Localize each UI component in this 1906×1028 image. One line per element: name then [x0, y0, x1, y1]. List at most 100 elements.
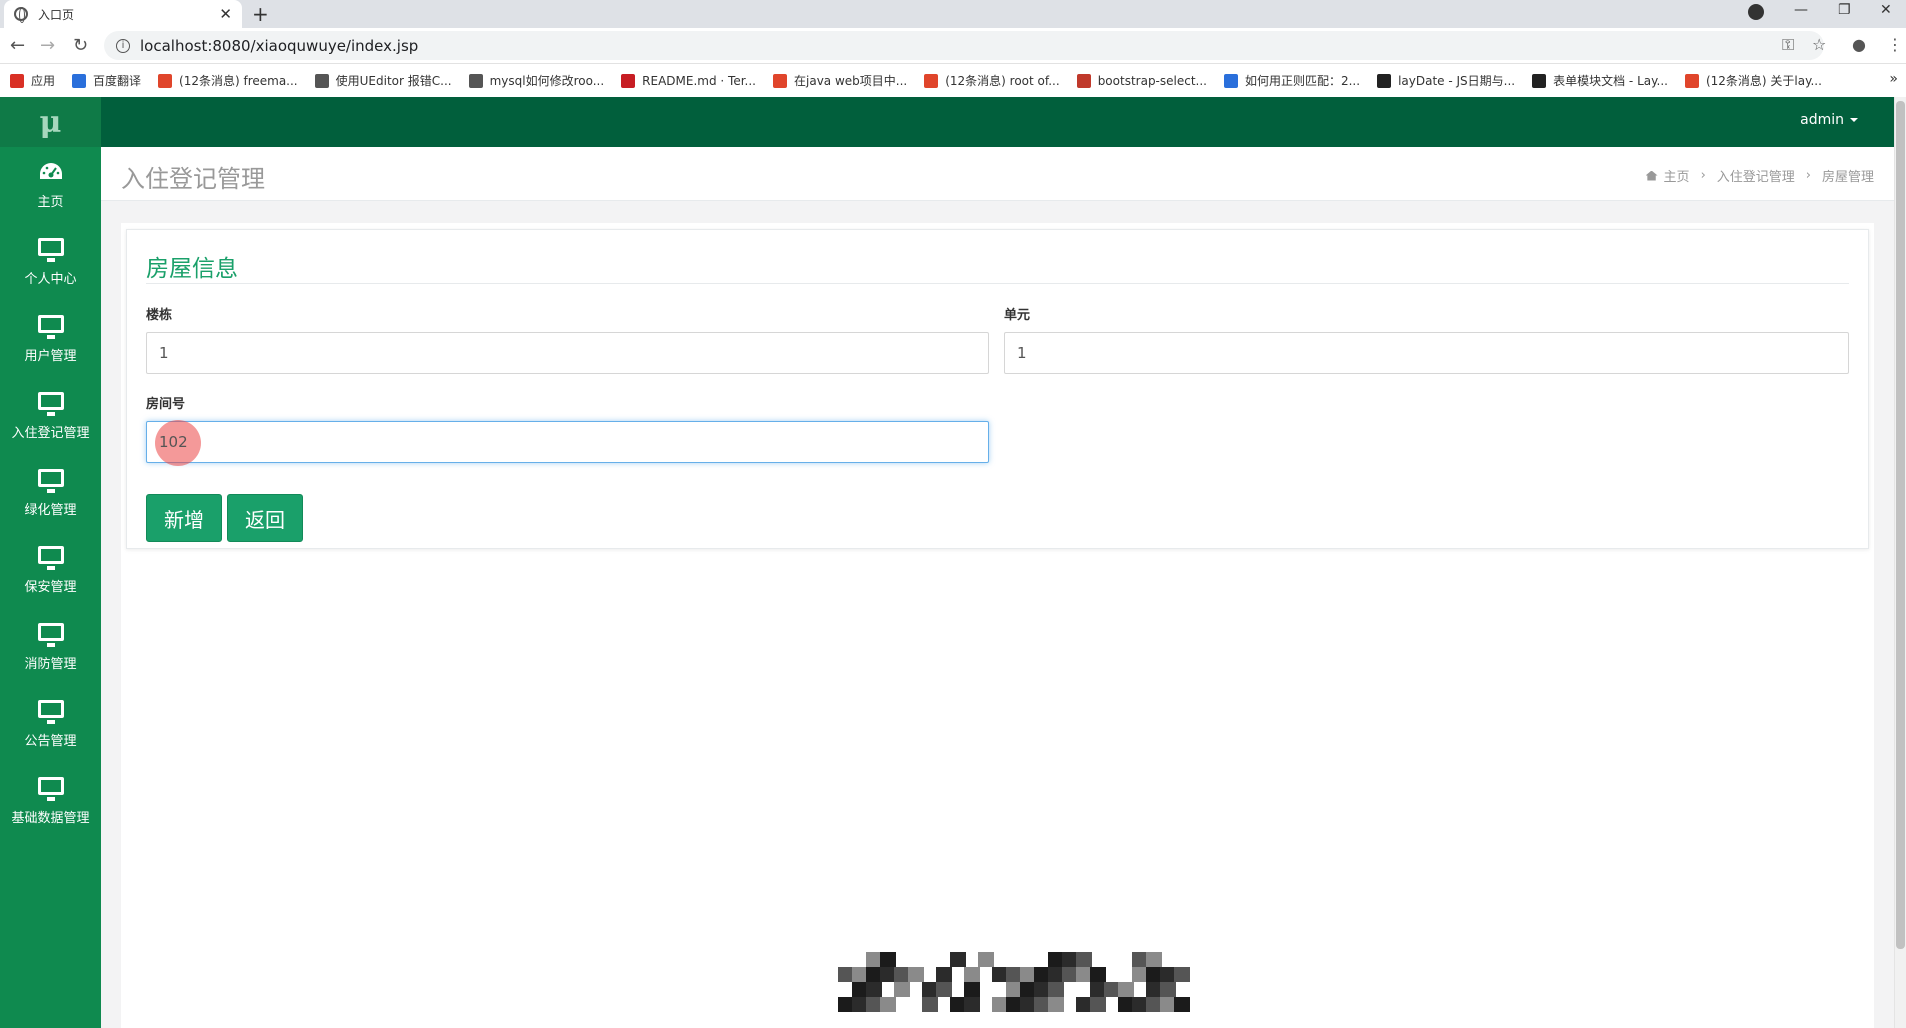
- pixel-block: [1048, 982, 1064, 997]
- sidebar-item-5[interactable]: 保安管理: [0, 532, 101, 609]
- bookmark-favicon-icon: [1076, 73, 1091, 88]
- bookmark-label: mysql如何修改roo...: [489, 74, 605, 88]
- page-title: 入住登记管理: [121, 165, 265, 193]
- pixel-block: [1090, 997, 1106, 1012]
- apps-grid-icon: [10, 73, 24, 88]
- bookmark-item[interactable]: 表单模块文档 - Lay...: [1532, 72, 1668, 89]
- house-info-panel: 房屋信息 楼栋 1 单元 1 房间号 102 新增 返回: [126, 229, 1869, 549]
- sidebar-item-6[interactable]: 消防管理: [0, 609, 101, 686]
- account-icon[interactable]: ●: [1852, 35, 1866, 54]
- sidebar-item-2[interactable]: 用户管理: [0, 301, 101, 378]
- breadcrumb-house: 房屋管理: [1821, 170, 1874, 185]
- sidebar-item-label: 主页: [37, 195, 64, 210]
- pixel-block: [922, 997, 938, 1012]
- bookmarks-bar: 应用 百度翻译 (12条消息) freema... 使用UEditor 报错C... m…: [0, 64, 1906, 97]
- add-button[interactable]: 新增: [146, 494, 222, 542]
- sidebar-item-label: 公告管理: [24, 734, 77, 749]
- bookmark-label: 百度翻译: [93, 74, 142, 88]
- breadcrumb-checkin[interactable]: 入住登记管理: [1717, 166, 1795, 185]
- monitor-icon: [37, 315, 64, 339]
- unit-value: 1: [1017, 344, 1027, 362]
- panel-title: 房屋信息: [146, 256, 238, 282]
- url-text: localhost:8080/xiaoquwuye/index.jsp: [140, 36, 419, 55]
- bookmark-item[interactable]: layDate - JS日期与...: [1377, 72, 1515, 89]
- close-window-icon[interactable]: ✕: [1880, 2, 1892, 18]
- bookmark-item[interactable]: README.md · Ter...: [621, 73, 756, 88]
- browser-tab-strip: 入口页 ✕ + — ❐ ✕: [0, 0, 1906, 28]
- sidebar-item-3[interactable]: 入住登记管理: [0, 378, 101, 455]
- bookmark-favicon-icon: [72, 73, 87, 88]
- scrollbar-thumb[interactable]: [1896, 101, 1905, 949]
- pixel-block: [950, 952, 966, 967]
- bookmark-item[interactable]: 如何用正则匹配：2...: [1223, 72, 1360, 89]
- pixel-block: [1174, 967, 1190, 982]
- room-number-input[interactable]: 102: [146, 420, 989, 466]
- sidebar-item-1[interactable]: 个人中心: [0, 224, 101, 301]
- sidebar-item-0[interactable]: 主页: [0, 147, 101, 224]
- star-icon[interactable]: ☆: [1812, 35, 1826, 54]
- bookmark-item[interactable]: 使用UEditor 报错C...: [314, 72, 452, 89]
- sidebar-item-8[interactable]: 基础数据管理: [0, 763, 101, 840]
- sidebar-item-label: 用户管理: [24, 349, 77, 364]
- browser-menu-icon[interactable]: [1748, 4, 1764, 20]
- bookmark-item[interactable]: mysql如何修改roo...: [468, 72, 605, 89]
- breadcrumb-home[interactable]: 主页: [1664, 166, 1690, 185]
- back-icon[interactable]: ←: [10, 35, 25, 56]
- building-input[interactable]: 1: [146, 332, 989, 374]
- building-value: 1: [159, 344, 169, 362]
- tab-title: 入口页: [38, 7, 75, 22]
- monitor-icon: [37, 700, 64, 724]
- browser-tab[interactable]: 入口页 ✕: [4, 0, 242, 28]
- url-field[interactable]: i localhost:8080/xiaoquwuye/index.jsp: [104, 31, 1824, 60]
- panel-wrapper: 房屋信息 楼栋 1 单元 1 房间号 102 新增 返回: [121, 223, 1874, 1028]
- kebab-menu-icon[interactable]: ⋮: [1887, 35, 1903, 54]
- home-icon: [1645, 170, 1658, 181]
- pixel-block: [1160, 982, 1176, 997]
- pixelated-watermark: [838, 952, 1190, 1014]
- key-icon[interactable]: ⚿: [1782, 35, 1794, 55]
- user-name: admin: [1800, 112, 1844, 128]
- bookmark-item[interactable]: 应用: [10, 72, 55, 89]
- pixel-block: [964, 967, 980, 982]
- pixel-block: [964, 997, 980, 1012]
- reload-icon[interactable]: ↻: [73, 35, 88, 56]
- bookmark-label: 使用UEditor 报错C...: [335, 74, 452, 88]
- sidebar-item-4[interactable]: 绿化管理: [0, 455, 101, 532]
- bookmark-favicon-icon: [158, 73, 173, 88]
- back-button[interactable]: 返回: [227, 494, 303, 542]
- building-label: 楼栋: [146, 308, 173, 323]
- more-bookmarks-icon[interactable]: »: [1889, 71, 1898, 87]
- forward-icon[interactable]: →: [40, 35, 55, 56]
- sidebar-item-7[interactable]: 公告管理: [0, 686, 101, 763]
- pixel-block: [1118, 982, 1134, 997]
- bookmark-label: bootstrap-select...: [1097, 73, 1207, 88]
- bookmark-label: layDate - JS日期与...: [1398, 74, 1516, 88]
- restore-icon[interactable]: ❐: [1838, 2, 1851, 18]
- minimize-icon[interactable]: —: [1794, 2, 1808, 18]
- pixel-block: [1146, 952, 1162, 967]
- room-value: 102: [159, 433, 188, 451]
- pixel-block: [880, 997, 896, 1012]
- top-bar: admin: [101, 97, 1894, 147]
- info-icon[interactable]: i: [116, 38, 130, 53]
- logo: μ: [0, 97, 101, 147]
- unit-input[interactable]: 1: [1004, 332, 1849, 374]
- close-tab-icon[interactable]: ✕: [219, 5, 232, 23]
- breadcrumb-separator: ›: [1700, 168, 1706, 183]
- bookmark-item[interactable]: (12条消息) freema...: [158, 72, 298, 89]
- bookmark-item[interactable]: 在java web项目中...: [773, 72, 907, 89]
- bookmark-favicon-icon: [773, 73, 787, 88]
- sidebar-item-label: 个人中心: [24, 272, 77, 287]
- bookmark-item[interactable]: (12条消息) root of...: [924, 72, 1060, 89]
- bookmark-label: (12条消息) 关于lay...: [1705, 74, 1822, 88]
- new-tab-icon[interactable]: +: [252, 2, 269, 26]
- scrollbar[interactable]: [1894, 97, 1906, 1028]
- bookmark-item[interactable]: bootstrap-select...: [1076, 73, 1207, 88]
- bookmark-item[interactable]: 百度翻译: [72, 72, 141, 89]
- sidebar-item-label: 基础数据管理: [11, 811, 90, 826]
- monitor-icon: [37, 392, 64, 416]
- bookmark-item[interactable]: (12条消息) 关于lay...: [1684, 72, 1822, 89]
- user-menu[interactable]: admin: [1800, 112, 1858, 128]
- page-header: 入住登记管理 主页 › 入住登记管理 › 房屋管理: [101, 147, 1894, 201]
- pixel-block: [894, 982, 910, 997]
